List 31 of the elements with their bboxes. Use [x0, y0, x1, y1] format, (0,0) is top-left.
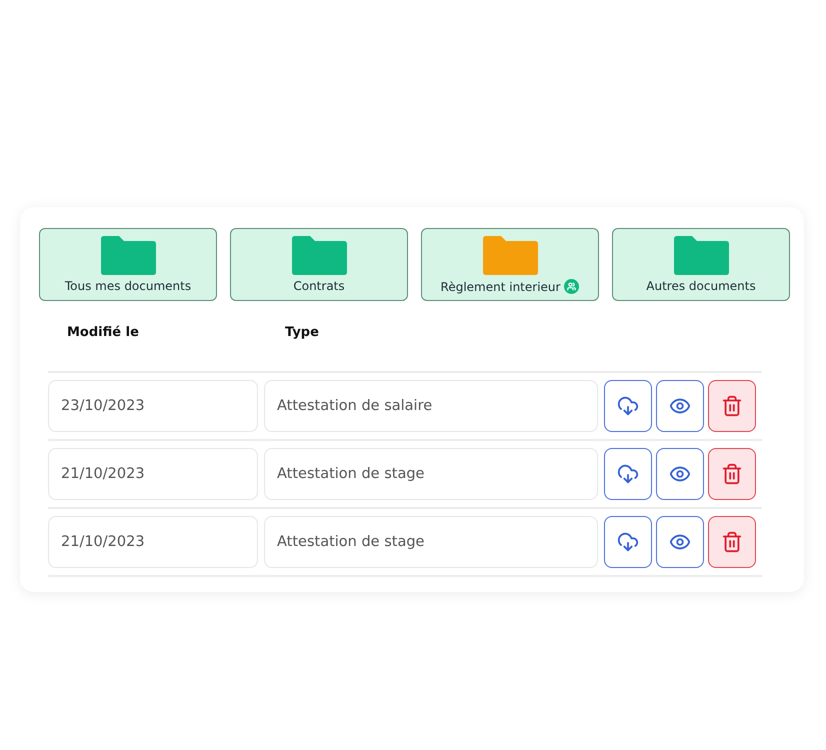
cloud-download-icon — [617, 463, 639, 485]
folder-icon — [99, 235, 157, 275]
view-button[interactable] — [656, 516, 704, 568]
type-cell: Attestation de salaire — [264, 380, 598, 432]
delete-button[interactable] — [708, 380, 756, 432]
view-button[interactable] — [656, 380, 704, 432]
cloud-download-icon — [617, 531, 639, 553]
folder-button[interactable]: Règlement interieur — [421, 228, 599, 301]
trash-icon — [721, 463, 743, 485]
cloud-download-icon — [617, 395, 639, 417]
delete-button[interactable] — [708, 516, 756, 568]
folder-icon — [290, 235, 348, 275]
folder-button[interactable]: Autres documents — [612, 228, 790, 301]
download-button[interactable] — [604, 380, 652, 432]
date-cell: 23/10/2023 — [48, 380, 258, 432]
folder-icon — [672, 235, 730, 275]
trash-icon — [721, 531, 743, 553]
folder-icon — [481, 235, 539, 275]
folder-button[interactable]: Tous mes documents — [39, 228, 217, 301]
column-header: Type — [285, 324, 320, 340]
trash-icon — [721, 395, 743, 417]
delete-button[interactable] — [708, 448, 756, 500]
view-button[interactable] — [656, 448, 704, 500]
column-header: Modifié le — [67, 324, 140, 340]
type-cell: Attestation de stage — [264, 516, 598, 568]
date-cell: 21/10/2023 — [48, 516, 258, 568]
download-button[interactable] — [604, 448, 652, 500]
download-button[interactable] — [604, 516, 652, 568]
folder-button[interactable]: Contrats — [230, 228, 408, 301]
type-cell: Attestation de stage — [264, 448, 598, 500]
date-cell: 21/10/2023 — [48, 448, 258, 500]
